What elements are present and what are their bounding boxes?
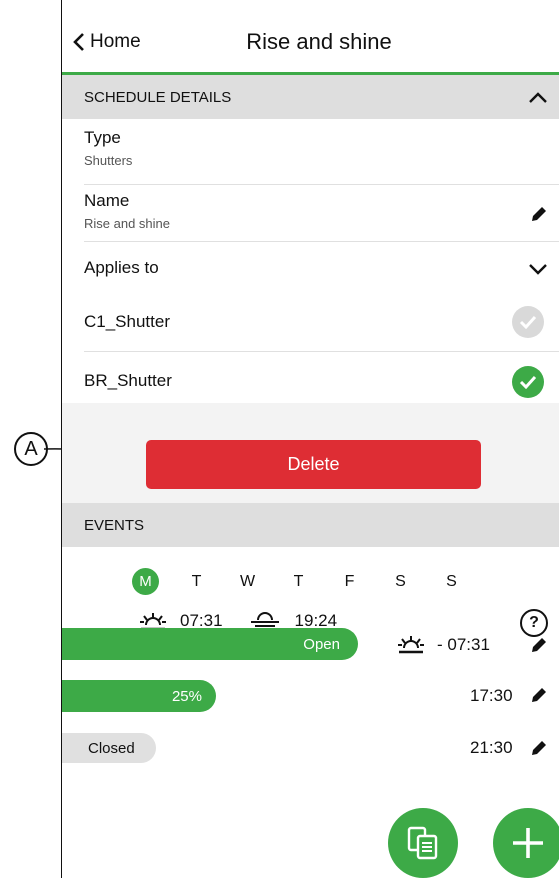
events-header: EVENTS [62, 503, 559, 547]
schedule-details-label: SCHEDULE DETAILS [84, 88, 232, 106]
type-row: Type Shutters [84, 128, 559, 185]
type-value: Shutters [84, 153, 133, 168]
event-state: Open [303, 635, 340, 653]
app-screen: Home Rise and shine SCHEDULE DETAILS Typ… [61, 0, 559, 878]
device-name: BR_Shutter [84, 371, 172, 390]
top-bar: Home Rise and shine [62, 0, 559, 72]
pencil-edit-icon[interactable] [530, 205, 548, 223]
name-value: Rise and shine [84, 216, 170, 231]
applies-to-row[interactable]: Applies to [84, 258, 559, 292]
schedule-details-header[interactable]: SCHEDULE DETAILS [62, 75, 559, 119]
device-row-c1-shutter[interactable]: C1_Shutter [84, 295, 559, 352]
day-tuesday[interactable]: T [183, 568, 210, 595]
name-row[interactable]: Name Rise and shine [84, 191, 559, 242]
help-icon[interactable]: ? [520, 609, 548, 637]
sunrise-icon [398, 636, 424, 654]
event-state: 25% [171, 687, 202, 705]
type-label: Type [84, 128, 121, 147]
event-time: 21:30 [470, 738, 513, 757]
day-selector: M T W T F S S [132, 568, 489, 595]
day-friday[interactable]: F [336, 568, 363, 595]
applies-to-label: Applies to [84, 258, 159, 277]
checkmark-selected-icon[interactable] [512, 366, 544, 398]
day-sunday[interactable]: S [438, 568, 465, 595]
delete-button[interactable]: Delete [146, 440, 481, 489]
chevron-up-icon[interactable] [528, 87, 548, 107]
event-bar-25[interactable]: 25% [62, 680, 216, 712]
pencil-edit-icon[interactable] [530, 686, 548, 704]
copy-icon [407, 826, 438, 860]
event-time: - 07:31 [437, 635, 490, 654]
day-monday[interactable]: M [132, 568, 159, 595]
name-label: Name [84, 191, 130, 210]
day-thursday[interactable]: T [285, 568, 312, 595]
device-name: C1_Shutter [84, 312, 170, 331]
day-saturday[interactable]: S [387, 568, 414, 595]
day-wednesday[interactable]: W [234, 568, 261, 595]
event-bar-closed[interactable]: Closed [62, 733, 156, 763]
pencil-edit-icon[interactable] [530, 739, 548, 757]
copy-button[interactable] [388, 808, 458, 878]
events-label: EVENTS [84, 516, 145, 534]
plus-icon [513, 828, 543, 858]
page-title: Rise and shine [246, 29, 392, 54]
pencil-edit-icon[interactable] [530, 636, 548, 654]
event-time: 17:30 [470, 686, 513, 705]
event-state: Closed [88, 739, 135, 757]
add-event-button[interactable] [493, 808, 559, 878]
checkmark-icon[interactable] [512, 306, 544, 338]
event-bar-open[interactable]: Open [62, 628, 358, 660]
chevron-down-icon[interactable] [528, 262, 548, 276]
